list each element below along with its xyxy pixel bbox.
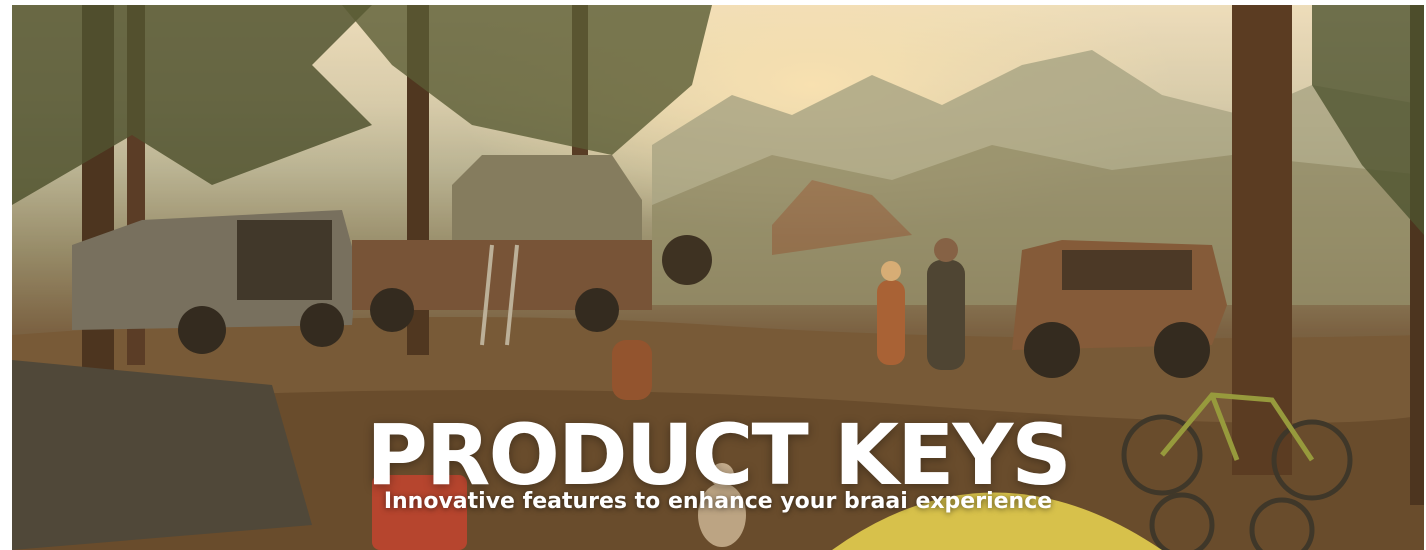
page-title: PRODUCT KEYS <box>366 406 1072 505</box>
hero-banner: PRODUCT KEYS Innovative features to enha… <box>12 5 1424 550</box>
page-frame: PRODUCT KEYS Innovative features to enha… <box>0 0 1426 550</box>
page-subtitle: Innovative features to enhance your braa… <box>383 489 1053 514</box>
